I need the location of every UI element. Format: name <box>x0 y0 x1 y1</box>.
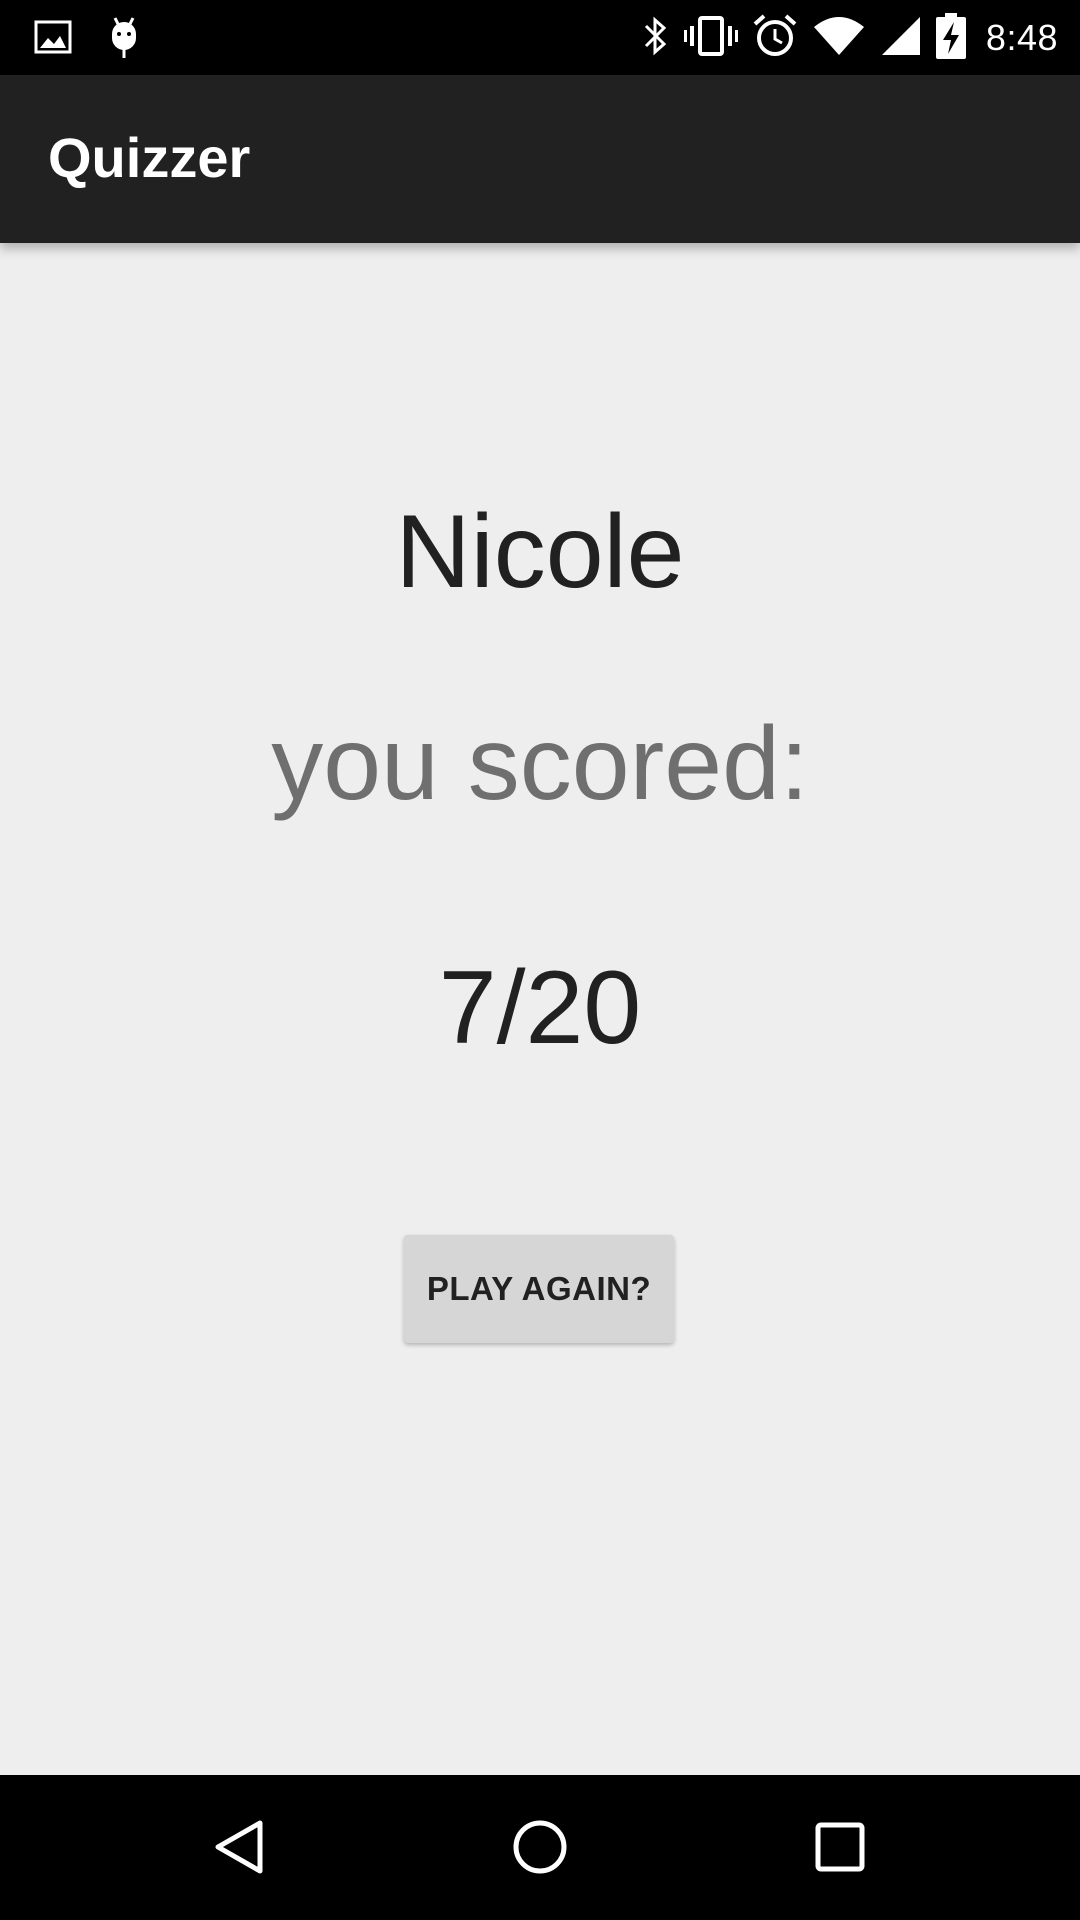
status-clock: 8:48 <box>985 17 1058 58</box>
result-screen: Nicole you scored: 7/20 PLAY AGAIN? <box>0 243 1080 1775</box>
recents-button[interactable] <box>790 1799 890 1899</box>
play-again-button[interactable]: PLAY AGAIN? <box>404 1235 674 1343</box>
battery-charging-icon <box>935 12 966 64</box>
recents-icon <box>810 1817 870 1882</box>
signal-icon <box>880 15 922 62</box>
navigation-bar <box>0 1775 1080 1920</box>
score-label: you scored: <box>271 706 809 822</box>
score-value: 7/20 <box>438 950 642 1066</box>
app-bar: Quizzer <box>0 75 1080 243</box>
wifi-icon <box>812 15 866 62</box>
app-title: Quizzer <box>48 126 251 189</box>
system-icons: 8:48 <box>642 12 1058 64</box>
home-icon <box>510 1817 570 1882</box>
vibrate-icon <box>683 14 738 63</box>
status-bar: 8:48 <box>0 0 1080 75</box>
back-icon <box>210 1817 270 1882</box>
home-button[interactable] <box>490 1799 590 1899</box>
android-debug-icon <box>106 14 142 65</box>
bluetooth-icon <box>642 14 670 63</box>
back-button[interactable] <box>190 1799 290 1899</box>
image-icon <box>34 18 72 61</box>
player-name: Nicole <box>395 494 685 610</box>
notification-icons <box>34 14 142 65</box>
alarm-icon <box>752 13 798 64</box>
